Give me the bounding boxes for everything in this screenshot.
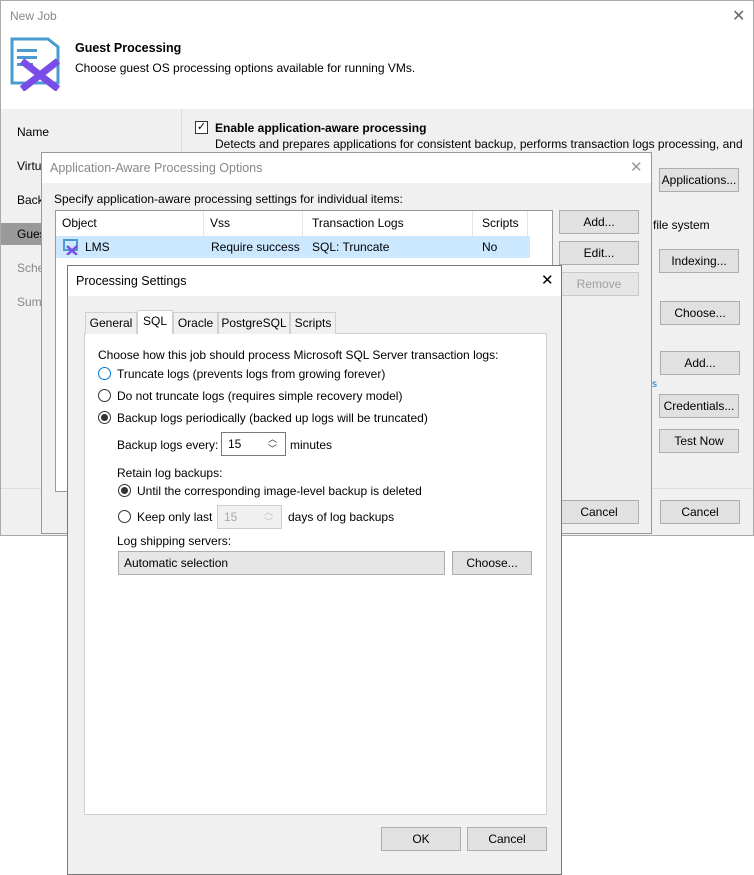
header-subtitle: Choose guest OS processing options avail… xyxy=(75,61,416,75)
up-down-arrows-icon[interactable]: ︿ ﹀ xyxy=(264,507,273,527)
truncate-logs-label: Truncate logs (prevents logs from growin… xyxy=(117,367,386,381)
stepper-value: 15 xyxy=(224,510,238,524)
vm-icon xyxy=(63,239,78,255)
nav-label: Back xyxy=(17,193,44,207)
close-icon[interactable]: ✕ xyxy=(630,158,643,176)
col-scripts[interactable]: Scripts xyxy=(473,211,528,236)
tab-scripts[interactable]: Scripts xyxy=(290,312,336,334)
stepper-value: 15 xyxy=(228,437,242,451)
cancel-button[interactable]: Cancel xyxy=(467,827,547,851)
nav-item-name[interactable]: Name xyxy=(1,121,181,143)
enable-app-aware-desc: Detects and prepares applications for co… xyxy=(215,137,743,151)
field-value: Automatic selection xyxy=(124,556,229,570)
cell-vss: Require success xyxy=(211,240,300,254)
cancel-button[interactable]: Cancel xyxy=(559,500,639,524)
nav-label: Name xyxy=(17,125,50,139)
minutes-label: minutes xyxy=(290,438,333,452)
cell-object: LMS xyxy=(85,240,110,254)
log-shipping-field[interactable]: Automatic selection xyxy=(118,551,445,575)
table-header: Object Vss Transaction Logs Scripts xyxy=(56,211,552,236)
keep-only-last-radio[interactable] xyxy=(118,510,131,523)
credentials-button[interactable]: Credentials... xyxy=(659,394,739,418)
header-title: Guest Processing xyxy=(75,41,182,55)
up-down-arrows-icon[interactable]: ︿ ﹀ xyxy=(268,434,277,454)
add-button[interactable]: Add... xyxy=(660,351,740,375)
retain-until-deleted-radio[interactable] xyxy=(118,484,131,497)
retain-label: Retain log backups: xyxy=(117,466,223,480)
enable-app-aware-label: Enable application-aware processing xyxy=(215,121,427,135)
remove-button[interactable]: Remove xyxy=(559,272,639,296)
ok-button[interactable]: OK xyxy=(381,827,461,851)
link-fragment[interactable]: s xyxy=(652,379,657,390)
col-object[interactable]: Object xyxy=(56,211,204,236)
instruction-text: Specify application-aware processing set… xyxy=(54,192,403,206)
do-not-truncate-radio[interactable] xyxy=(98,389,111,402)
applications-button[interactable]: Applications... xyxy=(659,168,739,192)
indexing-button[interactable]: Indexing... xyxy=(659,249,739,273)
dialog-title: Processing Settings xyxy=(76,274,187,288)
window-header xyxy=(1,1,753,109)
tab-sql[interactable]: SQL xyxy=(137,310,173,334)
keep-days-stepper[interactable]: 15 ︿ ﹀ xyxy=(217,505,282,529)
backup-every-stepper[interactable]: 15 ︿ ﹀ xyxy=(221,432,286,456)
days-label: days of log backups xyxy=(288,510,395,524)
backup-logs-periodically-label: Backup logs periodically (backed up logs… xyxy=(117,411,428,425)
edit-button[interactable]: Edit... xyxy=(559,241,639,265)
window-title: New Job xyxy=(10,9,57,23)
log-shipping-label: Log shipping servers: xyxy=(117,534,232,548)
backup-every-label: Backup logs every: xyxy=(117,438,219,452)
retain-until-deleted-label: Until the corresponding image-level back… xyxy=(137,484,422,498)
do-not-truncate-label: Do not truncate logs (requires simple re… xyxy=(117,389,403,403)
file-system-text: file system xyxy=(653,218,710,232)
cancel-button[interactable]: Cancel xyxy=(660,500,740,524)
log-shipping-choose-button[interactable]: Choose... xyxy=(452,551,532,575)
sql-intro-text: Choose how this job should process Micro… xyxy=(98,348,499,362)
add-button[interactable]: Add... xyxy=(559,210,639,234)
tab-postgresql[interactable]: PostgreSQL xyxy=(218,312,290,334)
nav-label: Virtu xyxy=(17,159,42,173)
cell-scripts: No xyxy=(482,240,498,254)
keep-only-last-label: Keep only last xyxy=(137,510,213,524)
table-row[interactable]: LMS Require success SQL: Truncate No xyxy=(56,236,530,258)
dialog-title: Application-Aware Processing Options xyxy=(50,161,263,175)
backup-logs-periodically-radio[interactable] xyxy=(98,411,111,424)
col-transaction-logs[interactable]: Transaction Logs xyxy=(303,211,473,236)
truncate-logs-radio[interactable] xyxy=(98,367,111,380)
guest-processing-icon xyxy=(10,37,61,91)
cell-logs: SQL: Truncate xyxy=(312,240,390,254)
choose-button[interactable]: Choose... xyxy=(660,301,740,325)
tab-oracle[interactable]: Oracle xyxy=(173,312,218,334)
enable-app-aware-checkbox[interactable]: ✓ xyxy=(195,121,208,134)
test-now-button[interactable]: Test Now xyxy=(659,429,739,453)
col-vss[interactable]: Vss xyxy=(204,211,303,236)
close-icon[interactable]: ✕ xyxy=(732,6,745,26)
tab-general[interactable]: General xyxy=(85,312,137,334)
close-icon[interactable]: ✕ xyxy=(541,271,554,289)
